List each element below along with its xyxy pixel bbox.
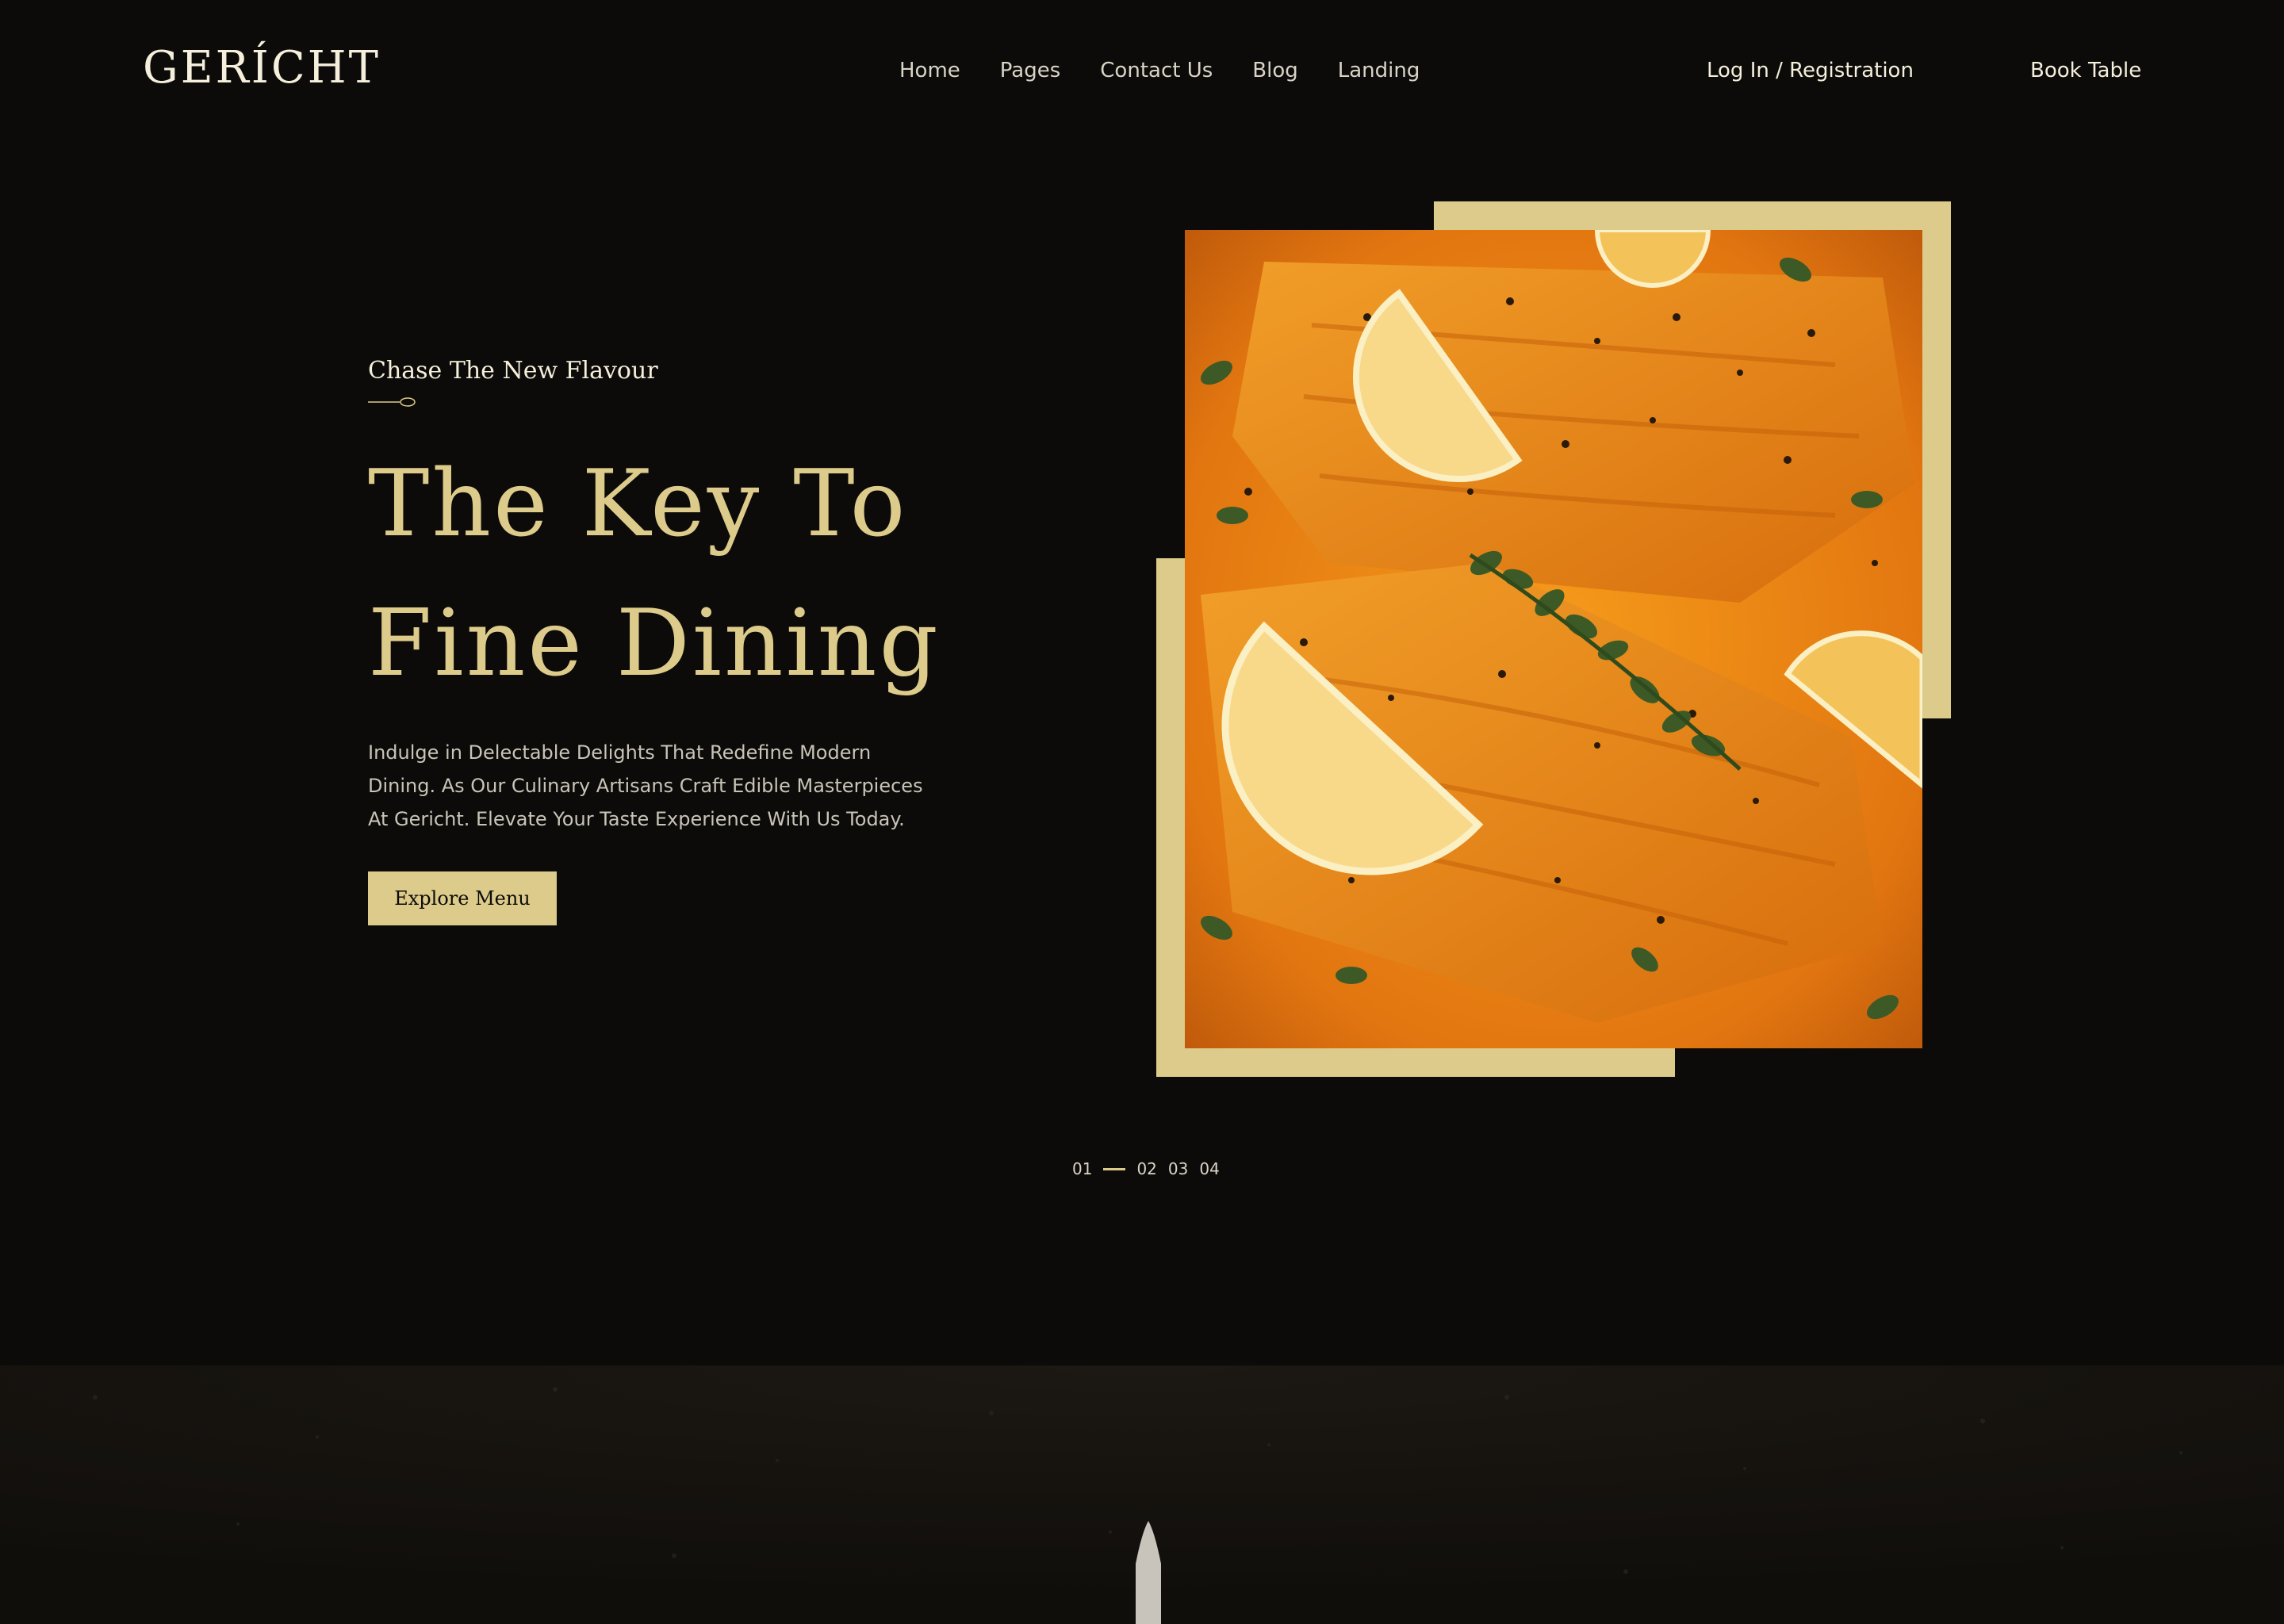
hero-subtitle: Chase The New Flavour xyxy=(368,357,658,385)
hero-title: The Key To Fine Dining xyxy=(368,435,941,714)
hero-description-line: Dining. As Our Culinary Artisans Craft E… xyxy=(368,775,923,797)
hero-description-line: Indulge in Delectable Delights That Rede… xyxy=(368,741,872,764)
nav-link-contact[interactable]: Contact Us xyxy=(1100,59,1213,82)
next-section-background xyxy=(0,1365,2284,1624)
nav-link-landing[interactable]: Landing xyxy=(1338,59,1420,82)
slide-item-01[interactable]: 01 xyxy=(1072,1159,1092,1178)
salmon-dish-illustration xyxy=(1185,230,1922,1048)
hero-title-line-2: Fine Dining xyxy=(368,590,941,697)
brand-logo[interactable]: GERÍCHT xyxy=(143,46,381,90)
hero-food-image xyxy=(1185,230,1922,1048)
slide-item-04[interactable]: 04 xyxy=(1199,1159,1219,1178)
main-nav: Home Pages Contact Us Blog Landing xyxy=(899,59,1420,82)
landing-page: GERÍCHT Home Pages Contact Us Blog Landi… xyxy=(0,0,2284,1624)
nav-link-pages[interactable]: Pages xyxy=(1000,59,1061,82)
slide-item-02[interactable]: 02 xyxy=(1136,1159,1156,1178)
hero-description-line: At Gericht. Elevate Your Taste Experienc… xyxy=(368,808,905,830)
hero-title-line-1: The Key To xyxy=(368,450,908,557)
slide-indicator: 01 02 03 04 xyxy=(1072,1159,1220,1178)
slide-item-03[interactable]: 03 xyxy=(1168,1159,1188,1178)
nav-link-home[interactable]: Home xyxy=(899,59,960,82)
explore-menu-button[interactable]: Explore Menu xyxy=(368,871,557,925)
spoon-icon xyxy=(368,397,416,407)
active-slide-dash xyxy=(1103,1167,1126,1170)
nav-link-blog[interactable]: Blog xyxy=(1252,59,1297,82)
book-table-link[interactable]: Book Table xyxy=(2030,59,2141,82)
texture-background xyxy=(0,1365,2284,1624)
login-registration-link[interactable]: Log In / Registration xyxy=(1707,59,1914,82)
hero-description: Indulge in Delectable Delights That Rede… xyxy=(368,736,971,836)
